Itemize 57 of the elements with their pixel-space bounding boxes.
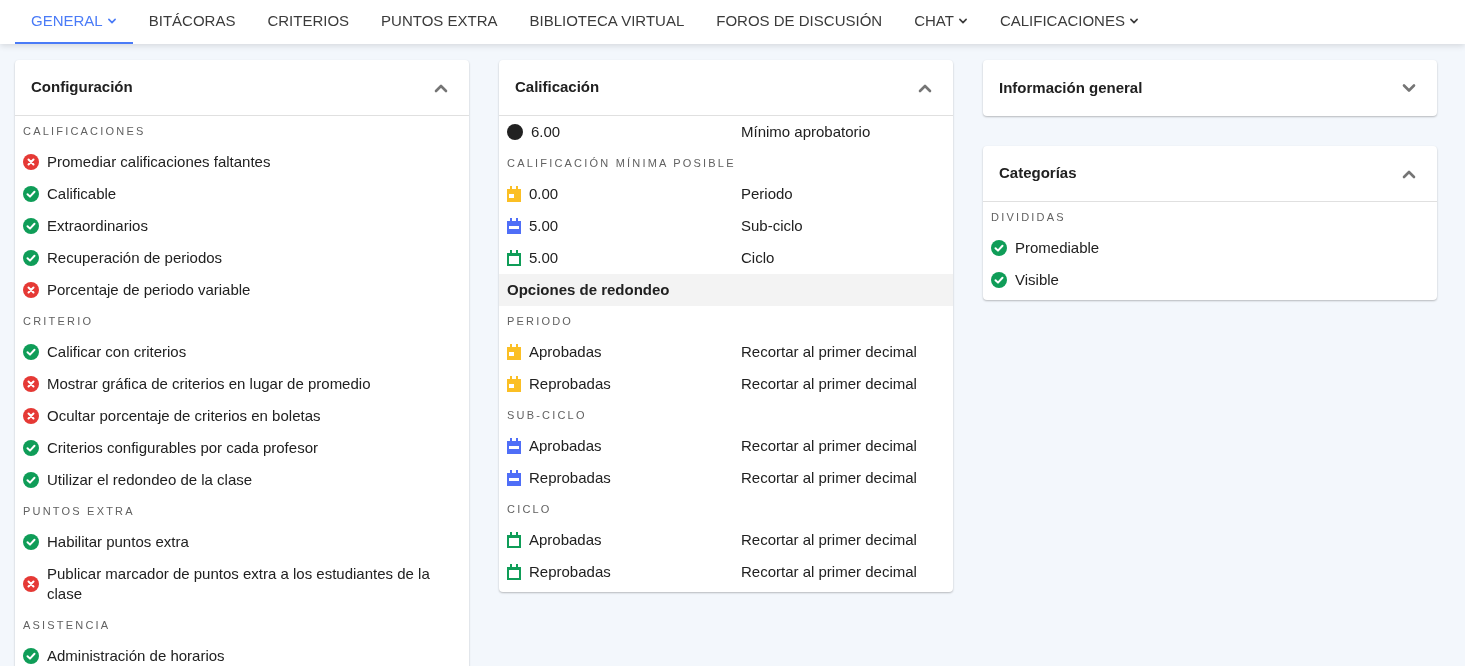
row-label: Reprobadas [529,561,611,582]
setting-label: Recuperación de periodos [47,248,223,268]
nav-tab[interactable]: CRITERIOS [251,0,366,44]
row-value: Mínimo aprobatorio [741,121,871,142]
row-value: Sub-ciclo [741,215,803,236]
setting-label: Habilitar puntos extra [47,532,189,552]
section-label: CALIFICACIONES [23,123,146,139]
setting-label: Mostrar gráfica de criterios en lugar de promedio [47,374,371,394]
row-label: 6.00 [531,121,561,142]
row-label: Reprobadas [529,373,611,394]
nav-tab[interactable]: CALIFICACIONES [983,0,1155,44]
row-label: 5.00 [529,215,559,236]
row-value: Recortar al primer decimal [741,435,917,456]
nav-tab[interactable]: BITÁCORAS [132,0,252,44]
panel-title: Información general [999,77,1143,98]
row-label: Reprobadas [529,467,611,488]
nav-tab[interactable]: PUNTOS EXTRA [365,0,514,44]
setting-label: Promediar calificaciones faltantes [47,152,271,172]
group-heading: Opciones de redondeo [499,274,953,306]
row-value: Recortar al primer decimal [741,341,917,362]
setting-label: Publicar marcador de puntos extra a los estudiantes de la clase [47,564,431,604]
setting-label: Visible [1015,270,1059,290]
section-label: PUNTOS EXTRA [23,503,135,519]
section-label: PERIODO [507,313,574,329]
row-value: Periodo [741,183,793,204]
row-label: Aprobadas [529,341,602,362]
nav-tab[interactable]: FOROS DE DISCUSIÓN [700,0,899,44]
setting-label: Criterios configurables por cada profesor [47,438,318,458]
panel-title: Categorías [999,163,1077,184]
setting-label: Extraordinarios [47,216,148,236]
setting-label: Calificable [47,184,117,204]
row-label: 5.00 [529,247,559,268]
nav-tab[interactable]: BIBLIOTECA VIRTUAL [513,0,701,44]
row-label: Aprobadas [529,435,602,456]
row-value: Recortar al primer decimal [741,529,917,550]
section-label: ASISTENCIA [23,617,111,633]
setting-label: Ocultar porcentaje de criterios en boletas [47,406,321,426]
setting-label: Calificar con criterios [47,342,187,362]
row-value: Recortar al primer decimal [741,561,917,582]
row-value: Ciclo [741,247,775,268]
setting-label: Utilizar el redondeo de la clase [47,470,253,490]
section-label: DIVIDIDAS [991,209,1066,225]
setting-label: Porcentaje de periodo variable [47,280,251,300]
row-value: Recortar al primer decimal [741,373,917,394]
section-label: CICLO [507,501,552,517]
section-label: CALIFICACIÓN MÍNIMA POSIBLE [507,155,736,171]
nav-tab[interactable]: GENERAL [15,0,133,44]
row-label: Aprobadas [529,529,602,550]
setting-label: Administración de horarios [47,646,225,666]
panel-title: Calificación [515,77,600,98]
setting-label: Promediable [1015,238,1100,258]
section-label: SUB-CICLO [507,407,587,423]
row-label: 0.00 [529,183,559,204]
nav-tab[interactable]: CHAT [898,0,984,44]
section-label: CRITERIO [23,313,94,329]
row-value: Recortar al primer decimal [741,467,917,488]
panel-title: Configuración [31,77,133,98]
